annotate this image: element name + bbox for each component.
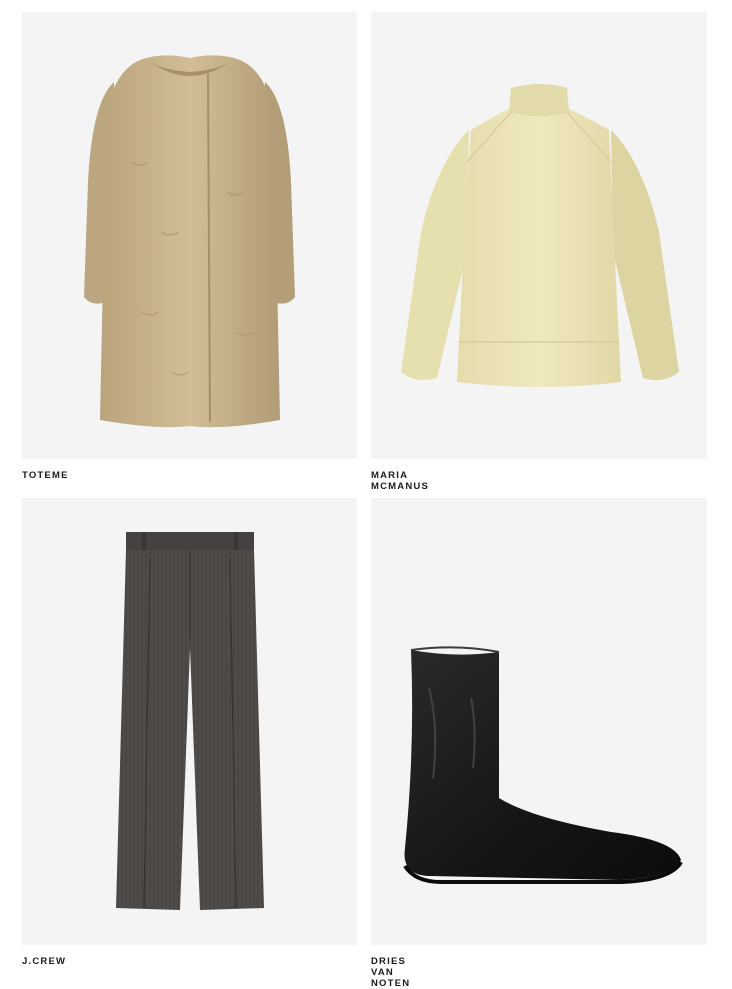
coat-illustration xyxy=(84,55,295,428)
product-image-sweater[interactable] xyxy=(371,12,707,459)
product-brand-label[interactable]: TOTEME xyxy=(22,470,69,481)
product-brand-label[interactable]: J.CREW xyxy=(22,956,66,967)
product-brand-label[interactable]: MARIA MCMANUS xyxy=(371,470,429,492)
product-image-coat[interactable] xyxy=(22,12,357,459)
product-image-trousers[interactable] xyxy=(22,498,357,945)
sweater-illustration xyxy=(401,84,679,387)
boot-illustration xyxy=(403,646,683,884)
product-image-boot[interactable] xyxy=(371,498,707,945)
trousers-illustration xyxy=(116,532,264,910)
product-brand-label[interactable]: DRIES VAN NOTEN xyxy=(371,956,410,989)
